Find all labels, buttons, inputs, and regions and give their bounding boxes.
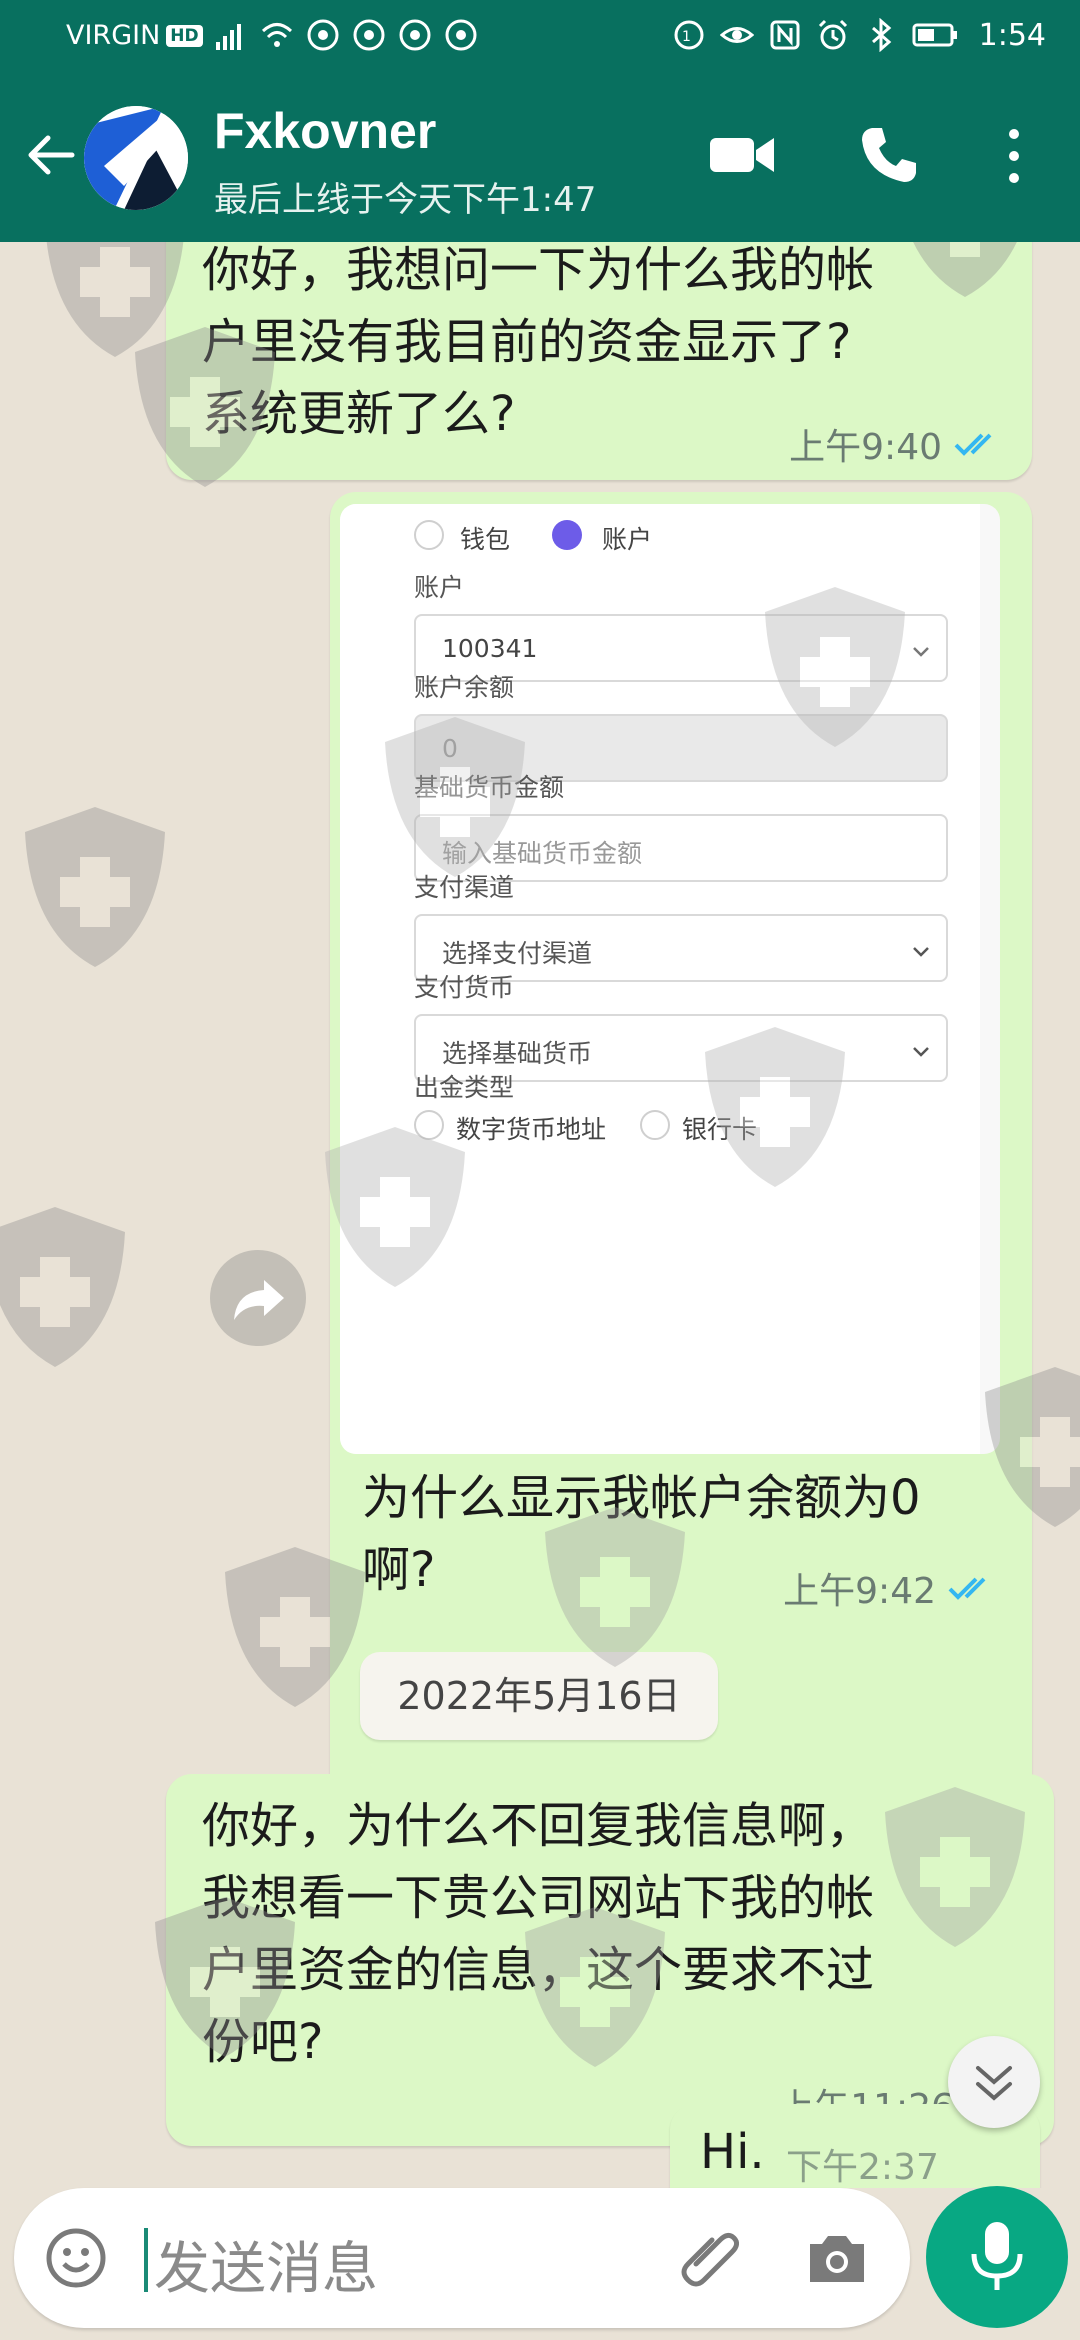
message-input-bar[interactable]: 发送消息 xyxy=(14,2188,910,2328)
withdraw-type-label: 出金类型 xyxy=(414,1073,515,1102)
watermark-shield-icon xyxy=(325,1127,465,1287)
radio-account xyxy=(552,520,582,550)
message-text: 你好，我想问一下为什么我的帐 户里没有我目前的资金显示了? 系统更新了么? xyxy=(202,242,875,442)
alarm-icon xyxy=(818,19,848,50)
mic-icon xyxy=(971,2222,1023,2290)
watermark-shield-icon xyxy=(155,1897,295,2057)
hd-voice-icon: 1 xyxy=(674,20,704,50)
watermark-shield-icon xyxy=(985,1367,1080,1527)
chevron-down-icon xyxy=(913,947,929,957)
watermark-shield-icon xyxy=(225,1547,365,1707)
status-time: 1:54 xyxy=(978,18,1046,53)
video-call-icon[interactable] xyxy=(708,130,778,180)
watermark-shield-icon xyxy=(0,1207,125,1367)
read-ticks-icon xyxy=(954,433,992,456)
account-label: 账户 xyxy=(414,573,465,602)
status-right-icons: 1 xyxy=(672,18,958,52)
chrome-icon xyxy=(307,19,339,51)
avatar[interactable] xyxy=(84,106,188,210)
carrier-name: VIRGIN xyxy=(66,20,161,51)
back-arrow-icon[interactable] xyxy=(22,126,80,184)
radio-crypto-label: 数字货币地址 xyxy=(456,1115,607,1144)
watermark-shield-icon xyxy=(385,717,525,877)
message-meta: 上午9:42 xyxy=(783,1562,1000,1614)
attach-icon[interactable] xyxy=(676,2224,746,2294)
chat-area[interactable]: 你好，我想问一下为什么我的帐 户里没有我目前的资金显示了? 系统更新了么? 上午… xyxy=(0,242,1080,2188)
chevron-down-icon xyxy=(913,647,929,657)
mic-button[interactable] xyxy=(926,2186,1068,2328)
chrome-icon xyxy=(445,19,477,51)
chrome-icon xyxy=(399,19,431,51)
avatar-logo-icon xyxy=(84,106,188,210)
radio-account-label: 账户 xyxy=(602,525,653,554)
watermark-shield-icon xyxy=(135,327,275,487)
wifi-icon xyxy=(261,23,293,47)
currency-placeholder: 选择基础货币 xyxy=(442,1039,593,1068)
watermark-shield-icon xyxy=(525,1907,665,2067)
radio-wallet-label: 钱包 xyxy=(460,525,511,554)
channel-placeholder: 选择支付渠道 xyxy=(442,939,593,968)
scroll-to-bottom-button[interactable] xyxy=(948,2036,1040,2128)
watermark-shield-icon xyxy=(705,1027,845,1187)
currency-label: 支付货币 xyxy=(414,973,515,1002)
status-left-icons xyxy=(214,18,478,52)
contact-name[interactable]: Fxkovner xyxy=(214,102,436,160)
double-chevron-down-icon xyxy=(976,2066,1012,2101)
watermark-shield-icon xyxy=(885,1787,1025,1947)
status-bar: VIRGIN HD 1 1:54 xyxy=(0,0,1080,72)
message-meta: 上午9:40 xyxy=(789,418,1006,470)
eye-icon xyxy=(720,27,754,43)
forward-icon xyxy=(234,1280,284,1320)
phone-icon[interactable] xyxy=(858,124,920,186)
watermark-shield-icon xyxy=(25,807,165,967)
message-meta: 下午2:37 xyxy=(786,2138,939,2188)
emoji-icon[interactable] xyxy=(44,2226,108,2290)
message-time: 上午9:40 xyxy=(789,427,942,468)
watermark-shield-icon xyxy=(765,587,905,747)
watermark-shield-icon xyxy=(913,242,1017,297)
chevron-down-icon xyxy=(913,1047,929,1057)
message-input[interactable]: 发送消息 xyxy=(154,2224,378,2305)
radio-bank xyxy=(640,1110,670,1140)
svg-text:1: 1 xyxy=(682,29,691,45)
chrome-icon xyxy=(353,19,385,51)
camera-icon[interactable] xyxy=(804,2228,870,2288)
message-text: Hi. xyxy=(700,2124,765,2180)
text-caret xyxy=(144,2228,148,2292)
balance-label: 账户余额 xyxy=(414,673,515,702)
account-value: 100341 xyxy=(442,634,538,663)
message-time: 下午2:37 xyxy=(786,2147,939,2188)
last-seen: 最后上线于今天下午1:47 xyxy=(214,180,597,220)
more-vert-icon[interactable] xyxy=(1000,124,1028,188)
signal-icon xyxy=(216,24,241,50)
forward-button[interactable] xyxy=(210,1250,306,1346)
carrier-label: VIRGIN HD xyxy=(66,20,203,51)
radio-wallet xyxy=(414,520,444,550)
read-ticks-icon xyxy=(948,1577,986,1600)
hd-badge: HD xyxy=(166,25,203,47)
watermark-shield-icon xyxy=(545,1507,685,1667)
message-time: 上午9:42 xyxy=(783,1571,936,1612)
nfc-icon xyxy=(770,20,800,50)
bluetooth-icon xyxy=(872,18,892,52)
battery-icon xyxy=(912,23,957,47)
chat-header: Fxkovner 最后上线于今天下午1:47 xyxy=(0,72,1080,242)
